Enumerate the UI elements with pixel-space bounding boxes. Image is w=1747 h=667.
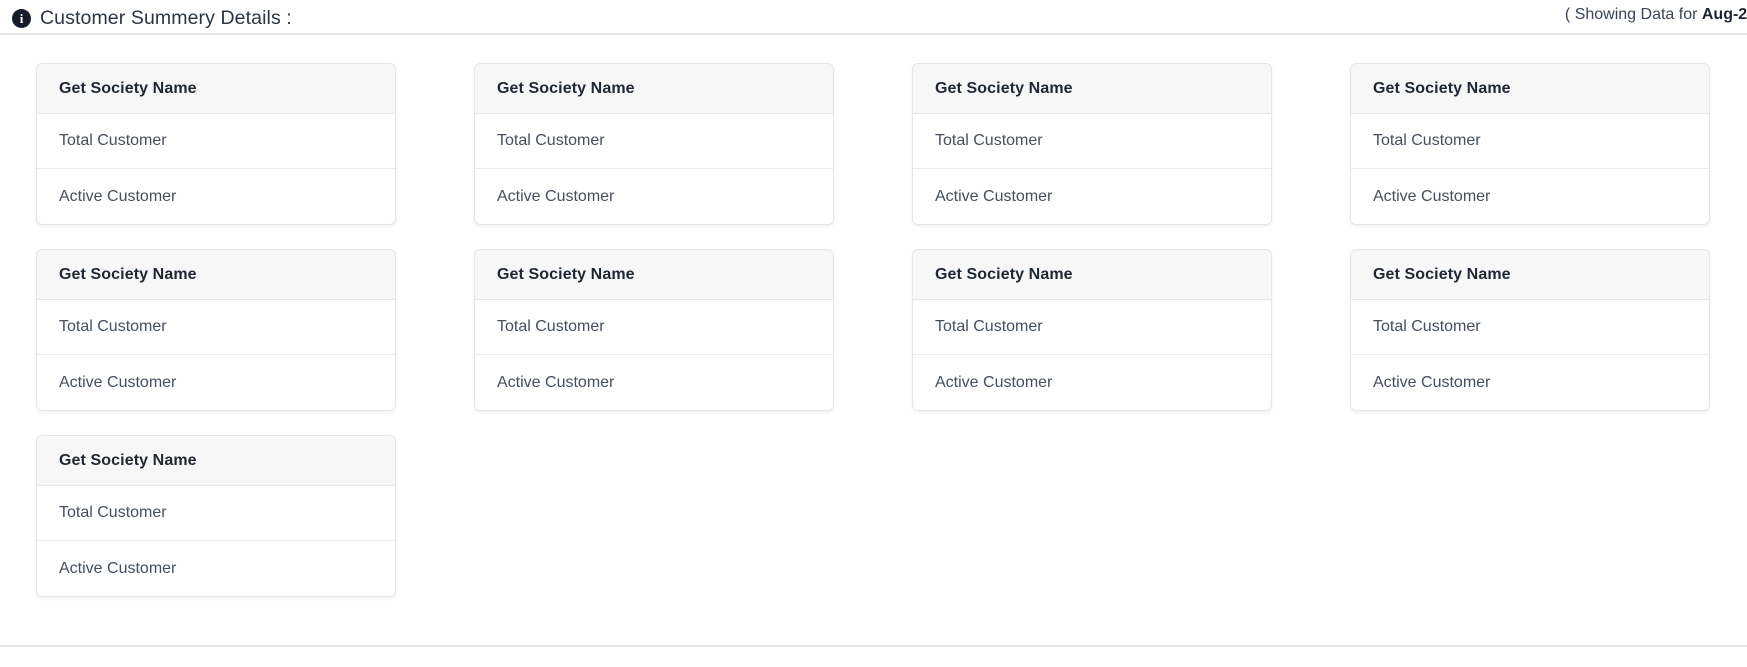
society-name-label: Get Society Name: [1373, 79, 1511, 97]
total-customer-row: Total Customer: [475, 300, 833, 355]
active-customer-row: Active Customer: [37, 169, 395, 224]
total-customer-row: Total Customer: [37, 114, 395, 169]
active-customer-label: Active Customer: [935, 187, 1053, 205]
society-name-label: Get Society Name: [935, 265, 1073, 283]
active-customer-row: Active Customer: [475, 355, 833, 410]
society-card[interactable]: Get Society Name Total Customer Active C…: [36, 435, 396, 597]
active-customer-label: Active Customer: [59, 373, 177, 391]
society-card[interactable]: Get Society Name Total Customer Active C…: [912, 63, 1272, 225]
total-customer-label: Total Customer: [497, 318, 605, 335]
active-customer-label: Active Customer: [935, 373, 1053, 391]
society-card-header: Get Society Name: [37, 64, 395, 114]
society-name-label: Get Society Name: [497, 79, 635, 97]
showing-data-prefix: ( Showing Data for: [1564, 6, 1702, 23]
showing-data-period: Aug-202: [1701, 6, 1747, 23]
active-customer-row: Active Customer: [913, 169, 1271, 224]
page-header: i Customer Summery Details : ( Showing D…: [0, 0, 1747, 36]
society-name-label: Get Society Name: [59, 79, 197, 97]
bottom-divider: [0, 645, 1747, 647]
page-title: Customer Summery Details :: [40, 6, 292, 29]
active-customer-label: Active Customer: [1373, 373, 1491, 391]
society-name-label: Get Society Name: [59, 265, 197, 283]
active-customer-row: Active Customer: [1351, 355, 1709, 410]
society-card-header: Get Society Name: [913, 250, 1271, 300]
total-customer-label: Total Customer: [59, 504, 167, 521]
total-customer-label: Total Customer: [1373, 132, 1481, 149]
society-card[interactable]: Get Society Name Total Customer Active C…: [912, 249, 1272, 411]
society-card-header: Get Society Name: [1351, 250, 1709, 300]
society-card[interactable]: Get Society Name Total Customer Active C…: [1350, 249, 1710, 411]
society-card-grid: Get Society Name Total Customer Active C…: [36, 63, 1736, 597]
active-customer-label: Active Customer: [59, 559, 177, 577]
society-name-label: Get Society Name: [935, 79, 1073, 97]
total-customer-label: Total Customer: [1373, 318, 1481, 335]
society-name-label: Get Society Name: [59, 451, 197, 469]
total-customer-row: Total Customer: [475, 114, 833, 169]
society-name-label: Get Society Name: [497, 265, 635, 283]
active-customer-row: Active Customer: [913, 355, 1271, 410]
active-customer-row: Active Customer: [37, 355, 395, 410]
total-customer-label: Total Customer: [935, 132, 1043, 149]
society-card-header: Get Society Name: [475, 64, 833, 114]
showing-data-status: ( Showing Data for Aug-202: [1565, 6, 1747, 24]
customer-summary-page: i Customer Summery Details : ( Showing D…: [0, 0, 1747, 667]
total-customer-row: Total Customer: [1351, 300, 1709, 355]
society-card[interactable]: Get Society Name Total Customer Active C…: [36, 249, 396, 411]
total-customer-label: Total Customer: [59, 132, 167, 149]
society-name-label: Get Society Name: [1373, 265, 1511, 283]
active-customer-label: Active Customer: [1373, 187, 1491, 205]
page-header-left: i Customer Summery Details :: [12, 7, 292, 30]
active-customer-row: Active Customer: [1351, 169, 1709, 224]
total-customer-row: Total Customer: [37, 300, 395, 355]
total-customer-row: Total Customer: [913, 114, 1271, 169]
total-customer-row: Total Customer: [913, 300, 1271, 355]
society-card-header: Get Society Name: [37, 250, 395, 300]
society-card-header: Get Society Name: [37, 436, 395, 486]
active-customer-label: Active Customer: [497, 187, 615, 205]
active-customer-row: Active Customer: [475, 169, 833, 224]
info-circle-icon: i: [12, 9, 31, 28]
active-customer-row: Active Customer: [37, 541, 395, 596]
header-divider: [0, 33, 1747, 35]
society-card[interactable]: Get Society Name Total Customer Active C…: [474, 249, 834, 411]
active-customer-label: Active Customer: [59, 187, 177, 205]
society-card-header: Get Society Name: [1351, 64, 1709, 114]
society-card[interactable]: Get Society Name Total Customer Active C…: [36, 63, 396, 225]
society-card[interactable]: Get Society Name Total Customer Active C…: [1350, 63, 1710, 225]
society-card-header: Get Society Name: [475, 250, 833, 300]
society-card-header: Get Society Name: [913, 64, 1271, 114]
total-customer-label: Total Customer: [59, 318, 167, 335]
total-customer-label: Total Customer: [935, 318, 1043, 335]
active-customer-label: Active Customer: [497, 373, 615, 391]
total-customer-row: Total Customer: [37, 486, 395, 541]
total-customer-row: Total Customer: [1351, 114, 1709, 169]
total-customer-label: Total Customer: [497, 132, 605, 149]
society-card[interactable]: Get Society Name Total Customer Active C…: [474, 63, 834, 225]
